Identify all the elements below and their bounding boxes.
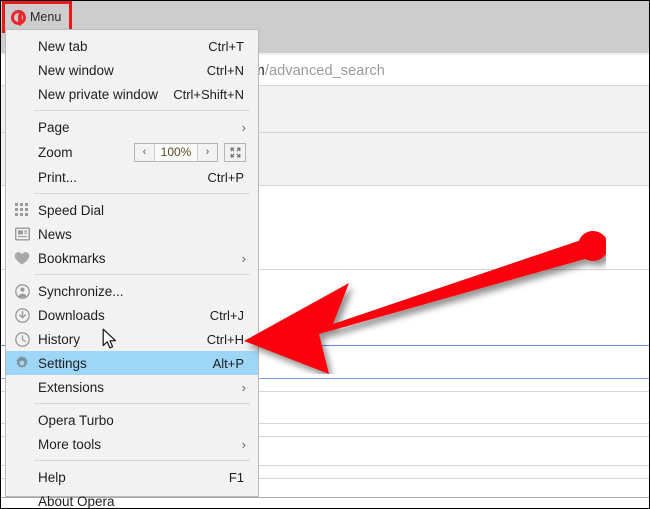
menu-item-new-window[interactable]: New window Ctrl+N [6,58,258,82]
menu-item-label: Bookmarks [38,250,106,266]
clock-icon [13,330,31,348]
menu-item-shortcut: Ctrl+Shift+N [173,86,244,102]
menu-button-label: Menu [30,9,62,24]
menu-item-bookmarks[interactable]: Bookmarks › [6,246,258,270]
chevron-right-icon: › [241,250,246,266]
menu-button[interactable]: Menu [7,6,65,28]
chevron-right-icon: › [241,379,246,395]
menu-separator [34,403,250,404]
menu-item-extensions[interactable]: Extensions › [6,375,258,399]
menu-separator [34,193,250,194]
zoom-decrease-button[interactable]: ‹ [135,143,155,161]
mouse-cursor-icon [102,328,117,349]
menu-item-about-opera[interactable]: About Opera [6,489,258,509]
menu-item-label: Help [38,469,66,485]
menu-item-label: Synchronize... [38,283,124,299]
news-icon [13,225,31,243]
menu-separator [34,460,250,461]
person-icon [13,282,31,300]
menu-item-history[interactable]: History Ctrl+H [6,327,258,351]
menu-item-speed-dial[interactable]: Speed Dial [6,198,258,222]
menu-item-synchronize[interactable]: Synchronize... [6,279,258,303]
menu-item-new-private-window[interactable]: New private window Ctrl+Shift+N [6,82,258,106]
heart-icon [13,249,31,267]
menu-item-label: History [38,331,81,347]
menu-item-label: New tab [38,38,88,54]
menu-item-label: Speed Dial [38,202,105,218]
download-icon [13,306,31,324]
opera-logo-icon [11,9,26,26]
url-path: /advanced_search [264,63,385,79]
menu-item-page[interactable]: Page › [6,115,258,139]
menu-item-label: Page [38,119,70,135]
menu-item-zoom[interactable]: Zoom ‹ 100% › [6,139,258,165]
zoom-increase-button[interactable]: › [197,143,217,161]
zoom-stepper[interactable]: ‹ 100% › [134,142,218,162]
menu-item-downloads[interactable]: Downloads Ctrl+J [6,303,258,327]
menu-item-label: Print... [38,169,78,185]
menu-separator [34,110,250,111]
fullscreen-icon[interactable] [224,142,246,162]
menu-item-shortcut: Ctrl+J [209,307,244,323]
menu-item-more-tools[interactable]: More tools › [6,432,258,456]
menu-item-settings[interactable]: Settings Alt+P [6,351,258,375]
opera-main-menu[interactable]: New tab Ctrl+T New window Ctrl+N New pri… [5,29,259,508]
menu-item-label: Downloads [38,307,105,323]
menu-item-label: New private window [38,86,159,102]
menu-item-print[interactable]: Print... Ctrl+P [6,165,258,189]
chevron-right-icon: › [241,119,246,135]
menu-item-label: Opera Turbo [38,412,114,428]
menu-item-label: Extensions [38,379,105,395]
gear-icon [13,354,31,372]
menu-item-shortcut: Alt+P [212,355,244,371]
menu-item-new-tab[interactable]: New tab Ctrl+T [6,34,258,58]
menu-item-label: About Opera [38,493,115,509]
menu-item-shortcut: Ctrl+N [206,62,244,78]
menu-item-shortcut: Ctrl+P [207,169,244,185]
menu-item-shortcut: F1 [228,469,244,485]
menu-item-opera-turbo[interactable]: Opera Turbo [6,408,258,432]
speed-dial-icon [13,201,31,219]
browser-window: oogle.com/advanced_search Menu New tab C… [0,0,650,509]
zoom-value: 100% [155,145,197,159]
menu-item-shortcut: Ctrl+H [206,331,244,347]
menu-item-label: New window [38,62,114,78]
menu-item-help[interactable]: Help F1 [6,465,258,489]
menu-item-label: Settings [38,355,87,371]
menu-separator [34,274,250,275]
zoom-control[interactable]: ‹ 100% › [134,142,248,162]
menu-item-shortcut: Ctrl+T [208,38,244,54]
menu-item-label: Zoom [38,144,73,160]
menu-item-news[interactable]: News [6,222,258,246]
menu-item-label: More tools [38,436,102,452]
menu-item-label: News [38,226,72,242]
chevron-right-icon: › [241,436,246,452]
